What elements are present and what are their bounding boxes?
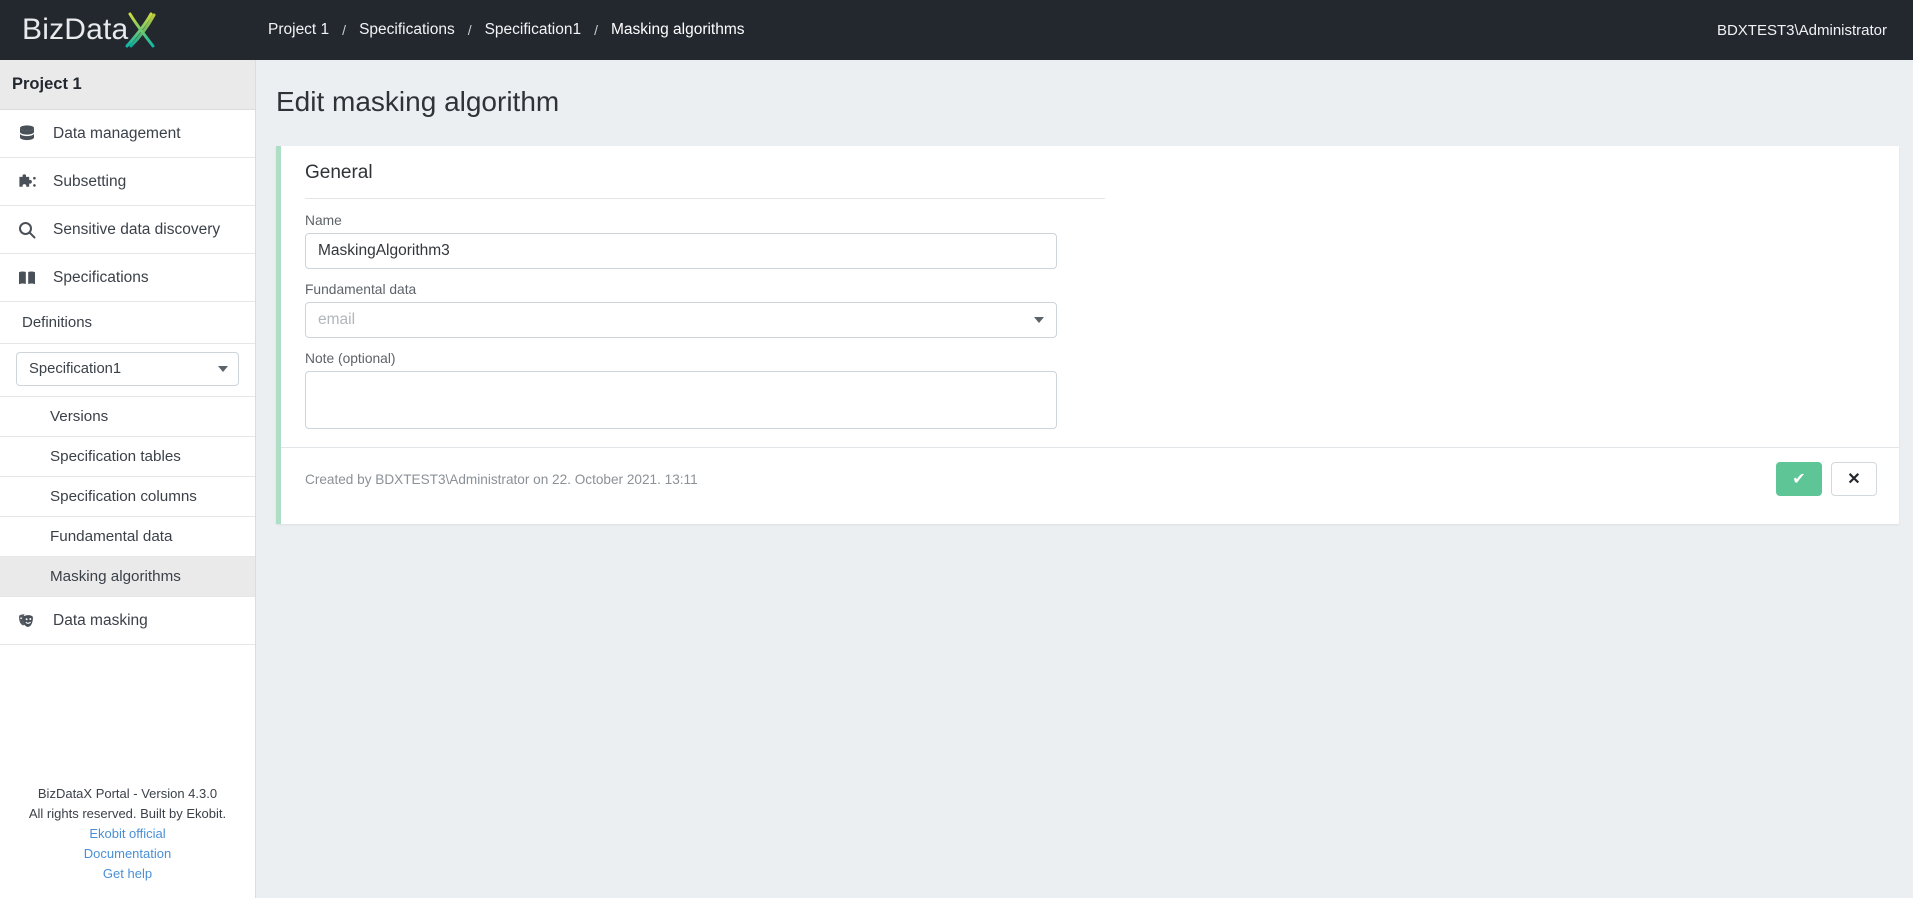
breadcrumb: Project 1 / Specifications / Specificati… [256,0,1717,60]
cancel-button[interactable]: ✕ [1831,462,1877,496]
spec-select-wrapper: Specification1 [0,344,255,397]
logo-text: BizData [22,13,129,46]
sidebar-item-subsetting[interactable]: Subsetting [0,158,255,206]
fundamental-data-placeholder: email [318,311,356,328]
created-by-label: Created by BDXTEST3\Administrator on 22.… [305,471,698,487]
user-name-label: BDXTEST3\Administrator [1716,21,1887,39]
puzzle-piece-icon [15,170,39,194]
logo-x-icon [118,8,162,52]
sidebar-subitem-label: Specification tables [50,448,181,465]
logo-wordmark: BizData [22,8,162,52]
sidebar-item-label: Subsetting [53,172,127,190]
footer-link-ekobit-official[interactable]: Ekobit official [10,824,245,844]
specification-select[interactable]: Specification1 [16,352,239,386]
name-input-value: MaskingAlgorithm3 [318,242,450,259]
card-footer: Created by BDXTEST3\Administrator on 22.… [281,448,1899,512]
book-icon [15,266,39,290]
name-label: Name [305,213,342,228]
name-input[interactable]: MaskingAlgorithm3 [305,233,1057,269]
field-note: Note (optional) [305,351,1899,429]
sidebar-subitem-label: Specification columns [50,488,197,505]
close-icon: ✕ [1847,471,1861,488]
breadcrumb-separator-2: / [594,22,598,38]
chevron-down-icon [1034,317,1044,323]
save-button[interactable]: ✔ [1776,462,1822,496]
sidebar-subitem-label: Versions [50,408,109,425]
breadcrumb-item-0[interactable]: Project 1 [268,21,329,39]
body-wrapper: Project 1 Data management Subsetting Sen… [0,60,1913,898]
note-textarea[interactable] [305,371,1057,429]
sidebar-item-label: Data masking [53,611,148,629]
breadcrumb-separator-0: / [342,22,347,38]
fundamental-data-label: Fundamental data [305,282,417,297]
sidebar-item-fundamental-data[interactable]: Fundamental data [0,517,255,557]
chevron-down-icon [218,366,228,372]
page-title: Edit masking algorithm [276,86,560,117]
database-icon [15,122,39,146]
theater-masks-icon [15,609,39,633]
footer-version: BizDataX Portal - Version 4.3.0 [37,786,218,801]
sidebar-item-masking-algorithms[interactable]: Masking algorithms [0,557,255,597]
general-card: General Name MaskingAlgorithm3 Fundament… [276,146,1899,524]
sidebar-definitions-label: Definitions [22,314,93,331]
sidebar-definitions-header: Definitions [0,302,255,344]
footer-link-get-help[interactable]: Get help [10,864,245,884]
main-content: Edit masking algorithm General Name Mask… [256,60,1913,898]
sidebar-item-label: Data management [53,124,181,142]
sidebar-item-specification-tables[interactable]: Specification tables [0,437,255,477]
sidebar-item-specification-columns[interactable]: Specification columns [0,477,255,517]
breadcrumb-item-2[interactable]: Specification1 [485,21,582,39]
sidebar-item-label: Specifications [53,268,149,286]
sidebar-item-label: Sensitive data discovery [53,220,221,238]
sidebar: Project 1 Data management Subsetting Sen… [0,60,256,898]
user-menu[interactable]: BDXTEST3\Administrator [1717,0,1913,60]
top-bar: BizData Project 1 / Specifications / Spe… [0,0,1913,60]
note-label: Note (optional) [305,351,396,366]
fundamental-data-select[interactable]: email [305,302,1057,338]
app-logo[interactable]: BizData [0,0,256,60]
sidebar-subitem-label: Masking algorithms [50,568,181,585]
field-fundamental-data: Fundamental data email [305,282,1899,338]
sidebar-item-versions[interactable]: Versions [0,397,255,437]
field-name: Name MaskingAlgorithm3 [305,213,1899,269]
card-section-title: General [305,162,373,183]
breadcrumb-separator-1: / [467,22,472,38]
sidebar-item-specifications[interactable]: Specifications [0,254,255,302]
sidebar-project-title: Project 1 [12,75,82,93]
sidebar-project-header: Project 1 [0,60,255,110]
sidebar-subitem-label: Fundamental data [50,528,173,545]
magnifier-icon [15,218,39,242]
specification-select-value: Specification1 [29,361,122,377]
sidebar-footer: BizDataX Portal - Version 4.3.0 All righ… [0,784,255,898]
sidebar-item-sensitive-data-discovery[interactable]: Sensitive data discovery [0,206,255,254]
action-buttons: ✔ ✕ [1776,462,1877,496]
form-body: Name MaskingAlgorithm3 Fundamental data … [281,199,1899,429]
breadcrumb-item-3: Masking algorithms [611,21,745,38]
footer-link-documentation[interactable]: Documentation [10,844,245,864]
breadcrumb-item-1[interactable]: Specifications [359,21,455,39]
footer-rights: All rights reserved. Built by Ekobit. [28,806,227,821]
sidebar-item-data-masking[interactable]: Data masking [0,597,255,645]
sidebar-item-data-management[interactable]: Data management [0,110,255,158]
check-icon: ✔ [1792,471,1806,488]
sidebar-nav: Data management Subsetting Sensitive dat… [0,110,255,784]
